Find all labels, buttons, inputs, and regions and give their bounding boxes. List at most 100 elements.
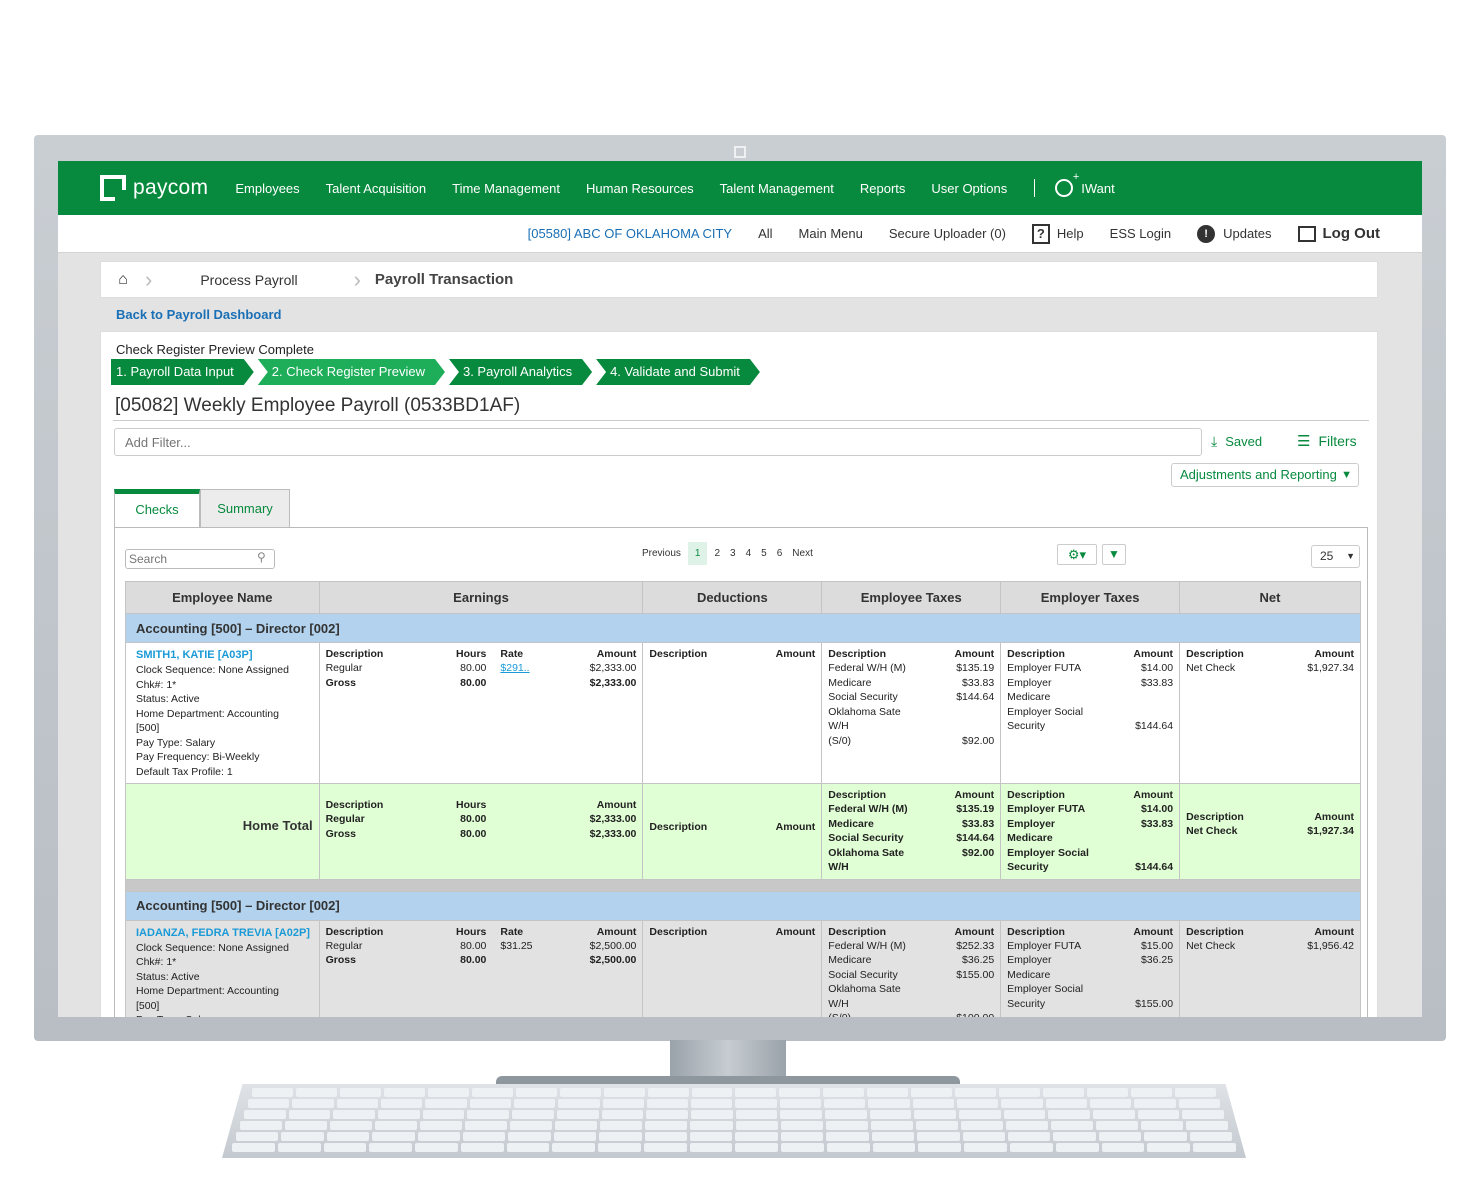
keyboard-key — [1137, 1110, 1180, 1119]
total-earning-description: Regular — [325, 813, 365, 825]
settings-gear-button[interactable]: ⚙▾ — [1057, 544, 1097, 565]
sub-header-rate: Rate — [500, 925, 524, 938]
line-description: Employer FUTA — [1007, 662, 1082, 674]
employee-name-link[interactable]: IADANZA, FEDRA TREVIA [A02P] — [132, 927, 313, 939]
pager-page-2[interactable]: 2 — [714, 548, 720, 559]
keyboard-key — [506, 1143, 550, 1152]
ess-login-link[interactable]: ESS Login — [1110, 226, 1171, 241]
home-icon[interactable]: ⌂ — [101, 271, 145, 289]
keyboard-key — [515, 1088, 557, 1097]
spacer-cell — [125, 878, 1361, 892]
search-input[interactable] — [125, 549, 275, 569]
pager-page-5[interactable]: 5 — [761, 548, 767, 559]
keyboard-key — [1175, 1088, 1216, 1097]
step-validate-submit[interactable]: 4. Validate and Submit — [596, 359, 760, 385]
col-deductions[interactable]: Deductions — [642, 581, 823, 614]
pager-next[interactable]: Next — [792, 548, 813, 559]
sub-header: Description Amount — [1007, 647, 1173, 661]
paycom-logo[interactable]: paycom — [100, 175, 208, 201]
line-amount: $1,956.42 — [1307, 939, 1354, 952]
keyboard-key — [689, 1143, 733, 1152]
nav-reports[interactable]: Reports — [860, 181, 906, 196]
keyboard-key — [825, 1121, 868, 1130]
sub-header: Description Hours Rate Amount — [326, 925, 637, 939]
secure-uploader-link[interactable]: Secure Uploader (0) — [889, 226, 1006, 241]
breadcrumb-process-payroll[interactable]: Process Payroll — [152, 272, 353, 288]
updates-link[interactable]: ! Updates — [1197, 224, 1272, 243]
earning-line: Gross 80.00 $2,500.00 — [326, 953, 637, 968]
keyboard-key — [369, 1143, 413, 1152]
keyboard-key — [281, 1132, 324, 1141]
pager-previous[interactable]: Previous — [642, 548, 681, 559]
keyboard-key — [601, 1110, 644, 1119]
add-filter-input[interactable] — [114, 428, 1202, 456]
line-item: Social Security $155.00 — [828, 968, 994, 983]
pager-page-4[interactable]: 4 — [746, 548, 752, 559]
breadcrumb: ⌂ › Process Payroll › Payroll Transactio… — [100, 261, 1378, 298]
keyboard-key — [826, 1143, 870, 1152]
employee-name-link[interactable]: SMITH1, KATIE [A03P] — [132, 649, 313, 661]
nav-employees[interactable]: Employees — [235, 181, 299, 196]
keyboard-key — [420, 1121, 463, 1130]
keyboard-key — [295, 1088, 337, 1097]
logout-icon — [1297, 225, 1316, 242]
home-total-row: Home Total Description Hours Amount Regular 8… — [125, 783, 1361, 880]
pager-page-3[interactable]: 3 — [730, 548, 736, 559]
company-selector[interactable]: [05580] ABC OF OKLAHOMA CITY — [528, 226, 732, 241]
keyboard-key — [463, 1132, 506, 1141]
saved-button[interactable]: ⤓ Saved — [1211, 433, 1262, 450]
line-description: (S/0) — [828, 1011, 914, 1017]
adjustments-reporting-dropdown[interactable]: Adjustments and Reporting ▼ — [1171, 463, 1359, 487]
all-link[interactable]: All — [758, 226, 772, 241]
earning-rate-value[interactable]: $291.. — [500, 662, 529, 674]
line-description: (S/0) — [828, 734, 852, 747]
earning-description: Gross — [325, 954, 356, 966]
line-item: Employer FUTA $15.00 — [1007, 939, 1173, 954]
main-menu-link[interactable]: Main Menu — [799, 226, 863, 241]
iwant-icon — [1055, 171, 1079, 197]
nav-talent-acquisition[interactable]: Talent Acquisition — [326, 181, 426, 196]
keyboard-key — [735, 1121, 778, 1130]
line-description: Medicare — [828, 817, 874, 830]
col-earnings[interactable]: Earnings — [318, 581, 644, 614]
employee-detail: Pay Type: Salary — [136, 736, 216, 749]
nav-talent-management[interactable]: Talent Management — [720, 181, 834, 196]
keyboard-key — [824, 1110, 867, 1119]
keyboard-key — [1093, 1110, 1135, 1119]
help-link[interactable]: ? Help — [1031, 223, 1084, 244]
tab-summary[interactable]: Summary — [200, 489, 290, 527]
payroll-panel: Check Register Preview Complete 1. Payro… — [100, 331, 1378, 1017]
sub-header-description: Description — [1007, 925, 1065, 938]
keyboard-key — [1101, 1143, 1145, 1152]
filters-button[interactable]: ☰ Filters — [1297, 432, 1357, 450]
line-description: Social Security — [828, 691, 898, 703]
tabs: Checks Summary — [114, 489, 290, 527]
step-payroll-analytics[interactable]: 3. Payroll Analytics — [449, 359, 592, 385]
sub-header-description: Description — [649, 821, 708, 833]
back-to-dashboard-link[interactable]: Back to Payroll Dashboard — [116, 307, 281, 322]
line-amount: $33.83 — [1140, 817, 1174, 830]
nav-human-resources[interactable]: Human Resources — [586, 181, 694, 196]
pager-page-6[interactable]: 6 — [777, 548, 783, 559]
col-employee-taxes[interactable]: Employee Taxes — [821, 581, 1002, 614]
keyboard-key — [779, 1088, 821, 1097]
col-employer-taxes[interactable]: Employer Taxes — [1000, 581, 1181, 614]
col-employee-name[interactable]: Employee Name — [125, 581, 320, 614]
nav-iwant[interactable]: IWant — [1055, 171, 1115, 197]
step-check-register-preview[interactable]: 2. Check Register Preview — [258, 359, 445, 385]
nav-user-options[interactable]: User Options — [931, 181, 1007, 196]
earning-rate: $291.. — [486, 661, 556, 676]
keyboard-key — [603, 1088, 645, 1097]
line-amount: $100.00 — [914, 1011, 994, 1017]
logout-button[interactable]: Log Out — [1297, 225, 1380, 242]
per-page-select[interactable]: 25 ▼ — [1311, 545, 1360, 568]
col-net[interactable]: Net — [1179, 581, 1361, 614]
funnel-filter-button[interactable]: ▼ — [1102, 544, 1126, 565]
nav-time-management[interactable]: Time Management — [452, 181, 560, 196]
keyboard-key — [645, 1121, 688, 1130]
tab-checks[interactable]: Checks — [114, 489, 200, 527]
search-icon[interactable]: ⚲ — [257, 550, 266, 564]
pager-page-1[interactable]: 1 — [687, 542, 708, 565]
step-payroll-data-input[interactable]: 1. Payroll Data Input — [111, 359, 254, 385]
